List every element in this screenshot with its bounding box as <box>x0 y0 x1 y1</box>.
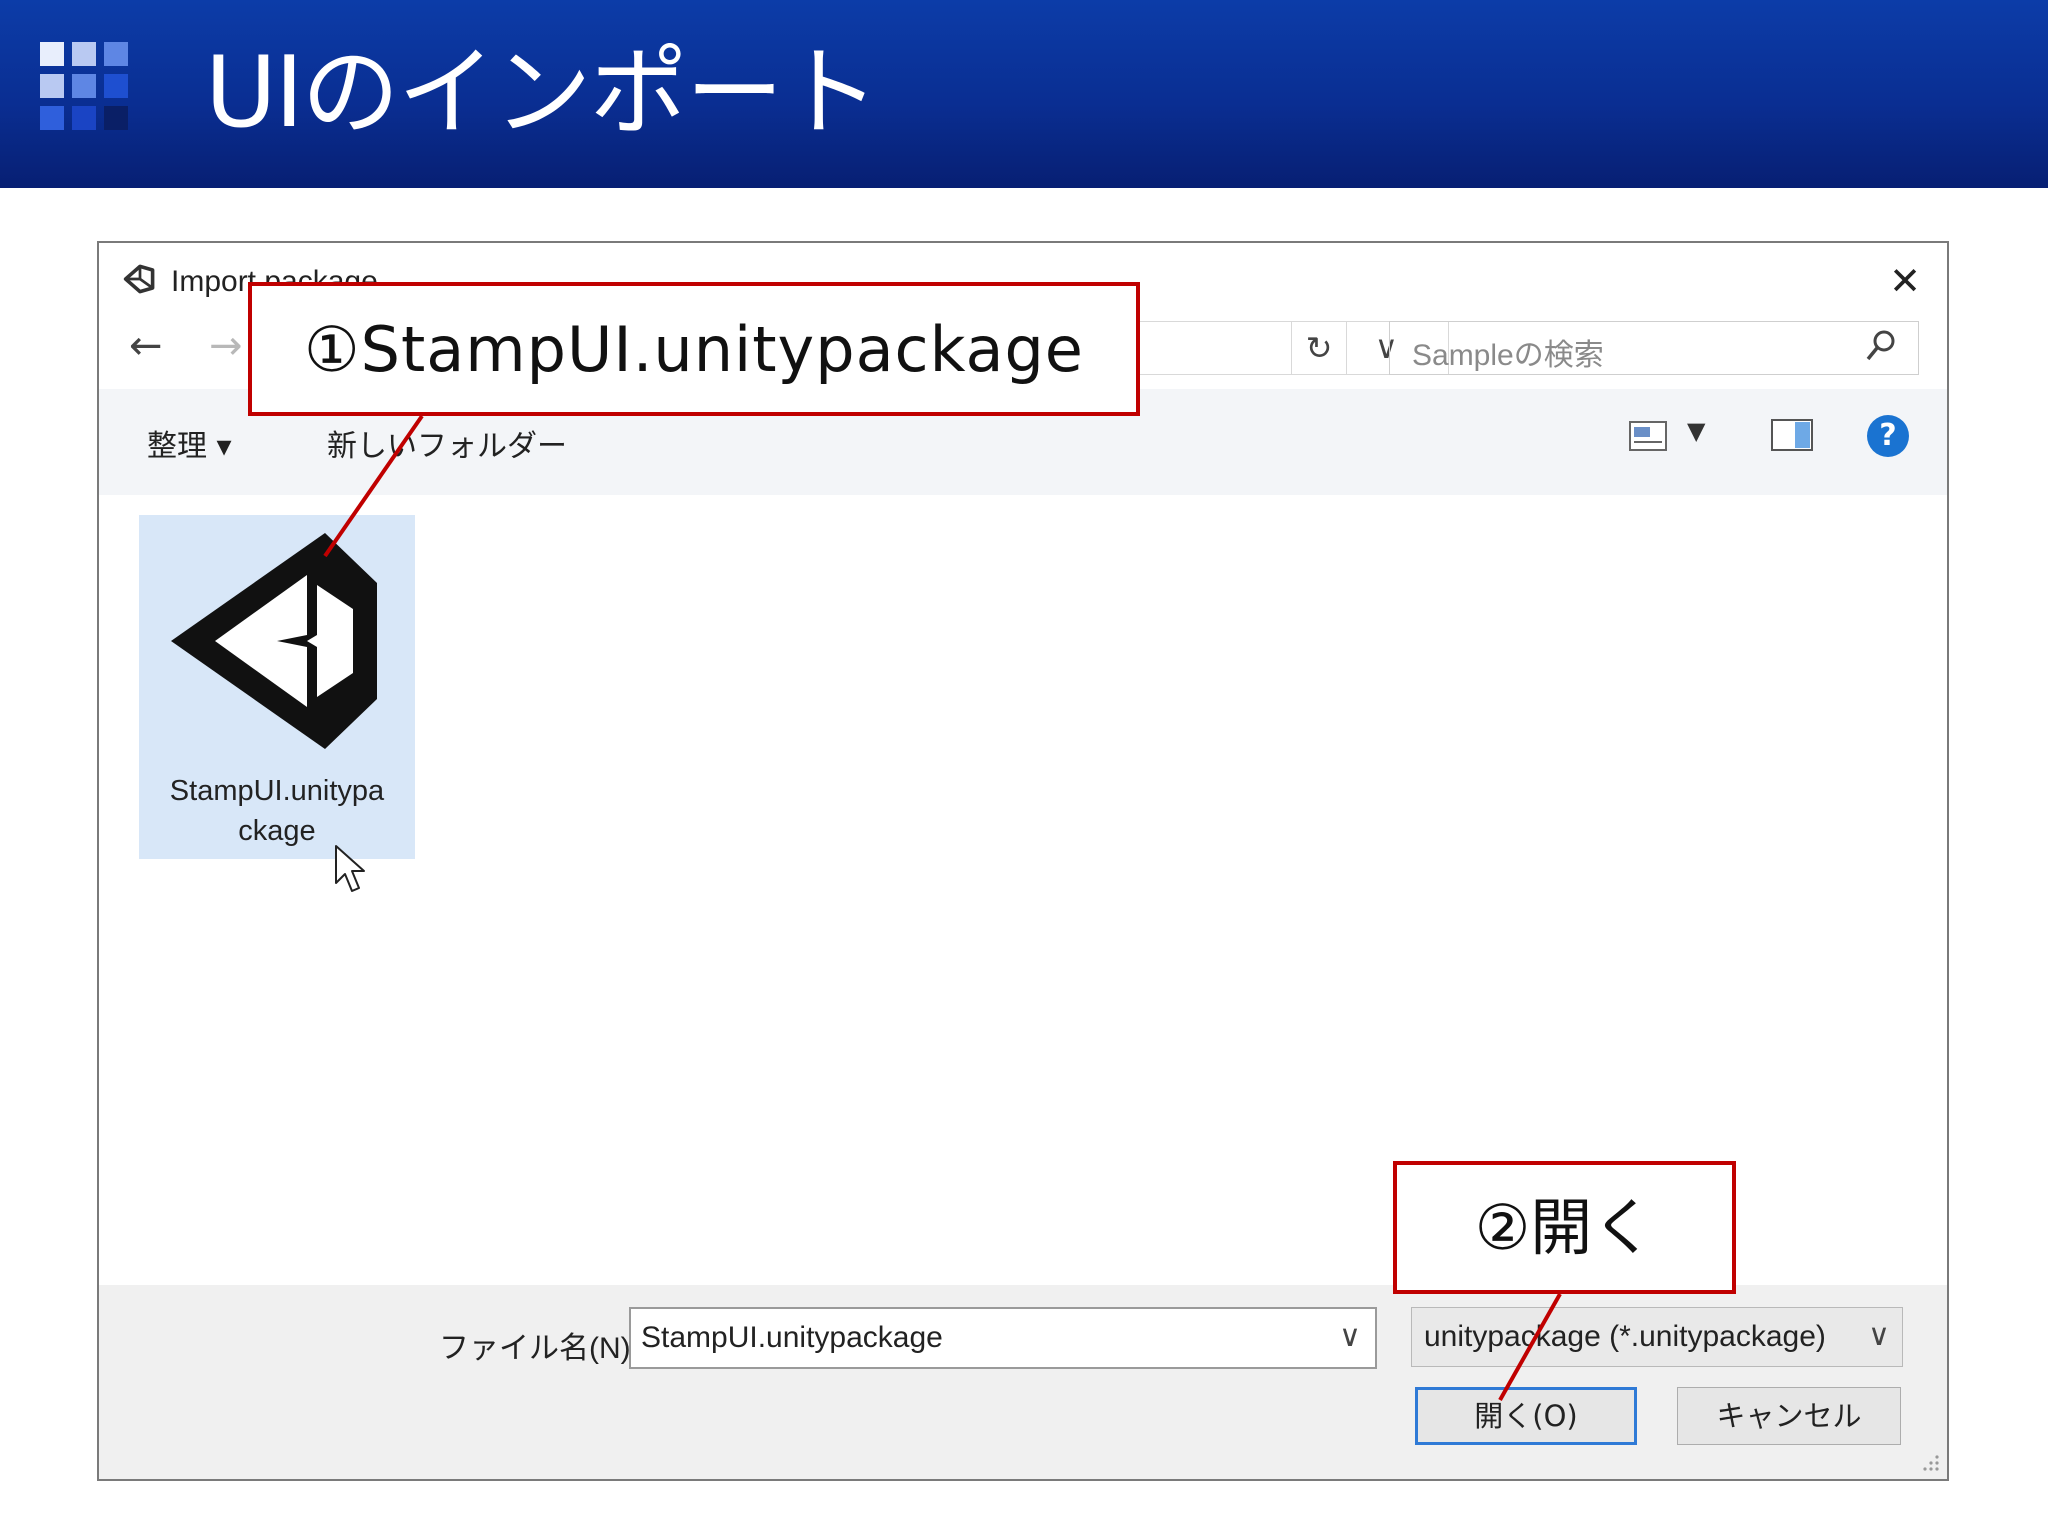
view-dropdown-icon[interactable]: ▼ <box>1687 417 1705 445</box>
chevron-down-icon[interactable]: ∨ <box>1868 1318 1890 1353</box>
search-input[interactable]: Sampleの検索 <box>1389 321 1919 375</box>
back-arrow-icon[interactable]: ← <box>129 323 163 369</box>
resize-grip-icon[interactable] <box>1921 1453 1941 1473</box>
file-name-label: StampUI.unitypa ckage <box>139 771 415 851</box>
callout-step2: ②開く <box>1393 1161 1736 1294</box>
cancel-button[interactable]: キャンセル <box>1677 1387 1901 1445</box>
file-type-value: unitypackage (*.unitypackage) <box>1424 1320 1826 1353</box>
filename-value: StampUI.unitypackage <box>641 1321 943 1354</box>
filename-input[interactable]: StampUI.unitypackage ∨ <box>629 1307 1377 1369</box>
magnifier-icon <box>1866 330 1895 361</box>
forward-arrow-icon[interactable]: → <box>209 323 243 369</box>
mouse-pointer-icon <box>335 845 365 892</box>
file-type-select[interactable]: unitypackage (*.unitypackage) ∨ <box>1411 1307 1903 1367</box>
search-placeholder: Sampleの検索 <box>1412 339 1604 372</box>
blue-grid-icon <box>40 42 148 150</box>
new-folder-button[interactable]: 新しいフォルダー <box>327 421 567 465</box>
file-name-line1: StampUI.unitypa <box>169 775 385 807</box>
slide-header: UIのインポート <box>0 0 2048 188</box>
preview-pane-icon[interactable] <box>1771 419 1813 451</box>
slide-title: UIのインポート <box>205 36 880 150</box>
callout-step1: ①StampUI.unitypackage <box>248 282 1140 416</box>
file-item-stampui[interactable]: StampUI.unitypa ckage <box>139 515 415 859</box>
dialog-bottom-panel: ファイル名(N): StampUI.unitypackage ∨ unitypa… <box>99 1285 1947 1479</box>
chevron-down-icon[interactable]: ∨ <box>1339 1319 1361 1354</box>
unity-package-icon <box>171 533 377 749</box>
view-options-icon[interactable] <box>1629 421 1667 451</box>
organize-menu[interactable]: 整理 ▾ <box>147 421 232 465</box>
import-package-dialog: Import package ✕ ← → ∨ ↻ Sampleの検索 整理 ▾ … <box>97 241 1949 1481</box>
unity-icon <box>123 264 155 294</box>
refresh-icon[interactable]: ↻ <box>1291 321 1347 375</box>
help-icon[interactable]: ? <box>1867 415 1909 457</box>
open-button[interactable]: 開く(O) <box>1415 1387 1637 1445</box>
filename-label: ファイル名(N): <box>439 1332 639 1365</box>
close-icon[interactable]: ✕ <box>1889 259 1921 303</box>
file-name-line2: ckage <box>238 815 316 847</box>
